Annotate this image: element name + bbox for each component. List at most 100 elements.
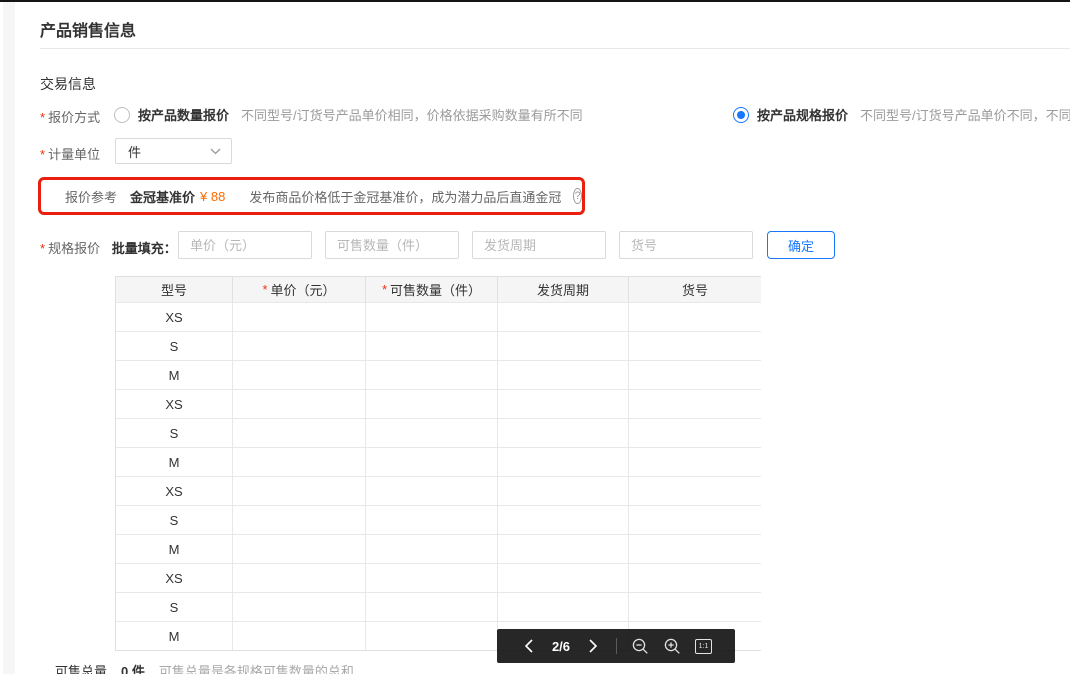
top-edge-bar (0, 0, 1070, 2)
image-pager-toolbar: 2/6 1:1 (497, 629, 735, 663)
leadtime-cell[interactable] (498, 447, 629, 476)
price-cell[interactable] (233, 418, 366, 447)
itemno-cell[interactable] (629, 389, 761, 418)
itemno-cell[interactable] (629, 505, 761, 534)
quantity-cell[interactable] (366, 360, 498, 389)
quantity-cell[interactable] (366, 505, 498, 534)
total-quantity-row: 可售总量 0 件 可售总量是各规格可售数量的总和 (55, 661, 354, 674)
column-header-leadtime: 发货周期 (498, 277, 629, 302)
spec-table-body: XS S M XS S M XS S M XS S M (116, 302, 761, 650)
table-row: XS (116, 563, 761, 592)
leadtime-cell[interactable] (498, 389, 629, 418)
model-cell: M (116, 447, 233, 476)
batch-price-input[interactable] (178, 231, 312, 259)
price-cell[interactable] (233, 476, 366, 505)
table-row: XS (116, 389, 761, 418)
spec-table-header: 型号 * 单价（元） * 可售数量（件） 发货周期 货号 (116, 277, 761, 302)
itemno-cell[interactable] (629, 534, 761, 563)
itemno-cell[interactable] (629, 331, 761, 360)
table-row: M (116, 534, 761, 563)
price-cell[interactable] (233, 563, 366, 592)
table-row: M (116, 360, 761, 389)
price-cell[interactable] (233, 534, 366, 563)
itemno-cell[interactable] (629, 360, 761, 389)
price-cell[interactable] (233, 360, 366, 389)
total-quantity-desc: 可售总量是各规格可售数量的总和 (158, 664, 354, 674)
price-cell[interactable] (233, 621, 366, 650)
itemno-cell[interactable] (629, 447, 761, 476)
radio-option-label[interactable]: 按产品规格报价 (757, 105, 848, 124)
quote-method-label: * 报价方式 (40, 110, 101, 125)
total-quantity-value: 0 件 (121, 664, 145, 674)
batch-fill-label: 批量填充： (111, 241, 177, 256)
quantity-cell[interactable] (366, 302, 498, 331)
model-cell: S (116, 592, 233, 621)
leadtime-cell[interactable] (498, 418, 629, 447)
column-header-quantity: * 可售数量（件） (366, 277, 498, 302)
model-cell: M (116, 534, 233, 563)
leadtime-cell[interactable] (498, 331, 629, 360)
quantity-cell[interactable] (366, 331, 498, 360)
radio-option-label[interactable]: 按产品数量报价 (138, 105, 229, 124)
model-cell: XS (116, 302, 233, 331)
radio-unselected-icon[interactable] (114, 106, 130, 123)
price-cell[interactable] (233, 505, 366, 534)
radio-option-by-quantity[interactable]: 按产品数量报价 不同型号/订货号产品单价相同，价格依据采购数量有所不同 (114, 105, 583, 124)
batch-quantity-input[interactable] (325, 231, 459, 259)
leadtime-cell[interactable] (498, 534, 629, 563)
table-row: XS (116, 476, 761, 505)
quantity-cell[interactable] (366, 621, 498, 650)
itemno-cell[interactable] (629, 302, 761, 331)
section-title-trade-info: 交易信息 (40, 76, 96, 92)
itemno-cell[interactable] (629, 592, 761, 621)
itemno-cell[interactable] (629, 418, 761, 447)
radio-option-desc: 不同型号/订货号产品单价不同，不同型号不同价格 (860, 108, 1070, 123)
zoom-out-icon[interactable] (631, 637, 649, 655)
question-circle-icon[interactable]: ? (573, 188, 582, 204)
unit-select[interactable]: 件 (115, 138, 232, 164)
batch-leadtime-input[interactable] (472, 231, 606, 259)
price-cell[interactable] (233, 447, 366, 476)
leadtime-cell[interactable] (498, 592, 629, 621)
reference-label: 报价参考 (65, 189, 118, 205)
table-row: S (116, 331, 761, 360)
prev-page-icon[interactable] (520, 637, 538, 655)
title-divider (40, 48, 1070, 49)
leadtime-cell[interactable] (498, 505, 629, 534)
leadtime-cell[interactable] (498, 360, 629, 389)
radio-selected-icon[interactable] (733, 106, 749, 123)
quantity-cell[interactable] (366, 534, 498, 563)
zoom-in-icon[interactable] (663, 637, 681, 655)
quantity-cell[interactable] (366, 592, 498, 621)
price-cell[interactable] (233, 389, 366, 418)
next-page-icon[interactable] (584, 637, 602, 655)
left-gutter (3, 2, 15, 674)
price-cell[interactable] (233, 592, 366, 621)
leadtime-cell[interactable] (498, 563, 629, 592)
benchmark-desc: 发布商品价格低于金冠基准价，成为潜力品后直通金冠 (249, 189, 562, 205)
price-cell[interactable] (233, 302, 366, 331)
quantity-cell[interactable] (366, 418, 498, 447)
leadtime-cell[interactable] (498, 302, 629, 331)
page-title: 产品销售信息 (40, 23, 137, 40)
itemno-cell[interactable] (629, 476, 761, 505)
actual-size-icon[interactable]: 1:1 (695, 638, 713, 654)
quantity-cell[interactable] (366, 447, 498, 476)
itemno-cell[interactable] (629, 563, 761, 592)
price-cell[interactable] (233, 331, 366, 360)
model-cell: S (116, 331, 233, 360)
required-asterisk: * (40, 147, 46, 162)
model-cell: XS (116, 563, 233, 592)
batch-itemno-input[interactable] (619, 231, 753, 259)
radio-option-by-spec[interactable]: 按产品规格报价 不同型号/订货号产品单价不同，不同型号不同价格 (733, 105, 1070, 124)
quantity-cell[interactable] (366, 476, 498, 505)
unit-select-value: 件 (128, 144, 142, 160)
benchmark-price: ¥ 88 (200, 188, 226, 204)
pager-divider (616, 638, 618, 654)
quantity-cell[interactable] (366, 563, 498, 592)
price-reference-callout: 报价参考 金冠基准价 ¥ 88 发布商品价格低于金冠基准价，成为潜力品后直通金冠… (38, 177, 585, 215)
confirm-button[interactable]: 确定 (767, 231, 835, 259)
spec-table: 型号 * 单价（元） * 可售数量（件） 发货周期 货号 XS S M XS S… (115, 276, 761, 651)
quantity-cell[interactable] (366, 389, 498, 418)
leadtime-cell[interactable] (498, 476, 629, 505)
